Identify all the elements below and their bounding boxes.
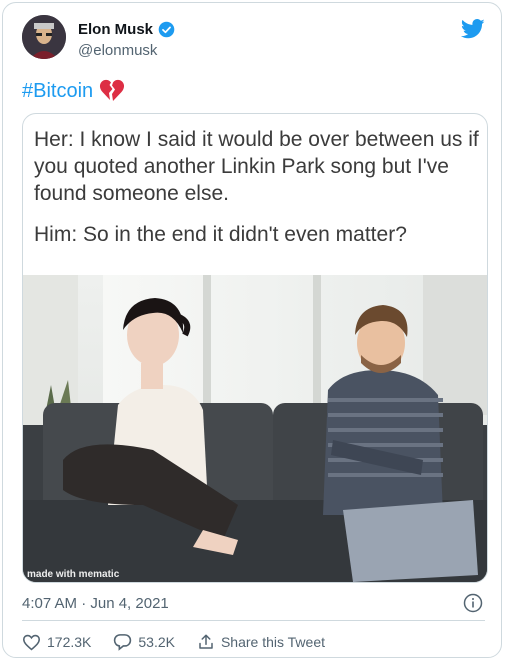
meme-caption: Her: I know I said it would be over betw… [34, 126, 480, 262]
reply-button[interactable]: 53.2K [113, 633, 175, 651]
tweet-timestamp[interactable]: 4:07 AM · Jun 4, 2021 [22, 595, 169, 612]
share-label: Share this Tweet [220, 634, 325, 650]
meme-watermark: made with mematic [27, 569, 120, 580]
tweet-media[interactable]: Her: I know I said it would be over betw… [22, 113, 488, 583]
author-name[interactable]: Elon Musk [78, 21, 153, 38]
meme-line-him: Him: So in the end it didn't even matter… [34, 223, 407, 246]
tweet-card: Elon Musk @elonmusk #Bitcoin Her: I know… [2, 2, 502, 658]
info-icon[interactable] [463, 593, 483, 613]
like-button[interactable]: 172.3K [22, 634, 91, 651]
share-button[interactable]: Share this Tweet [197, 633, 325, 651]
tweet-actions: 172.3K 53.2K Share this Tweet [22, 633, 347, 651]
author-name-row[interactable]: Elon Musk [78, 21, 175, 38]
author-handle[interactable]: @elonmusk [78, 42, 157, 59]
avatar[interactable] [22, 15, 66, 59]
broken-heart-icon [100, 79, 125, 101]
meme-photo: made with mematic [23, 275, 487, 582]
reply-icon [114, 634, 132, 651]
twitter-bird-icon[interactable] [461, 19, 485, 39]
verified-badge-icon [158, 21, 175, 38]
hashtag-link[interactable]: #Bitcoin [22, 80, 93, 103]
like-count: 172.3K [47, 634, 92, 650]
share-icon [199, 634, 213, 649]
reply-count: 53.2K [138, 634, 175, 650]
meme-line-her: Her: I know I said it would be over betw… [34, 128, 479, 205]
heart-icon [22, 634, 41, 650]
divider [22, 620, 485, 621]
tweet-text: #Bitcoin [22, 79, 125, 103]
